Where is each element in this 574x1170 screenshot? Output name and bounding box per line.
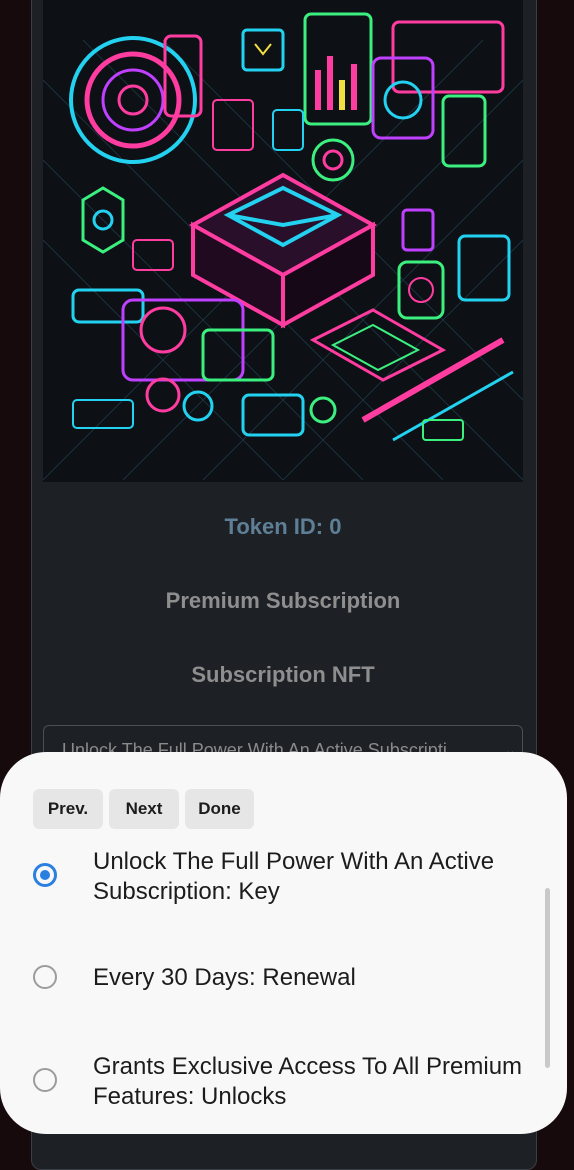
- radio-unselected[interactable]: [33, 965, 57, 989]
- card-subtitle: Subscription NFT: [191, 662, 375, 687]
- option-label: Every 30 Days: Renewal: [93, 964, 356, 991]
- scrollbar[interactable]: [545, 888, 550, 1068]
- nft-artwork-image: [43, 0, 523, 482]
- picker-option[interactable]: Unlock The Full Power With An Active Sub…: [0, 842, 540, 912]
- radio-selected[interactable]: [33, 863, 57, 887]
- picker-option[interactable]: Every 30 Days: Renewal: [0, 948, 540, 1008]
- prev-button[interactable]: Prev.: [33, 789, 103, 829]
- option-label: Grants Exclusive Access To All Premium F…: [93, 1053, 523, 1110]
- done-button[interactable]: Done: [185, 789, 254, 829]
- next-button[interactable]: Next: [109, 789, 179, 829]
- token-id-label: Token ID: 0: [224, 514, 342, 539]
- card-title: Premium Subscription: [165, 588, 401, 613]
- picker-option[interactable]: Grants Exclusive Access To All Premium F…: [0, 1048, 540, 1118]
- radio-unselected[interactable]: [33, 1068, 57, 1092]
- select-picker-sheet: Prev. Next Done Unlock The Full Power Wi…: [0, 752, 567, 1134]
- option-label: Unlock The Full Power With An Active Sub…: [93, 848, 495, 905]
